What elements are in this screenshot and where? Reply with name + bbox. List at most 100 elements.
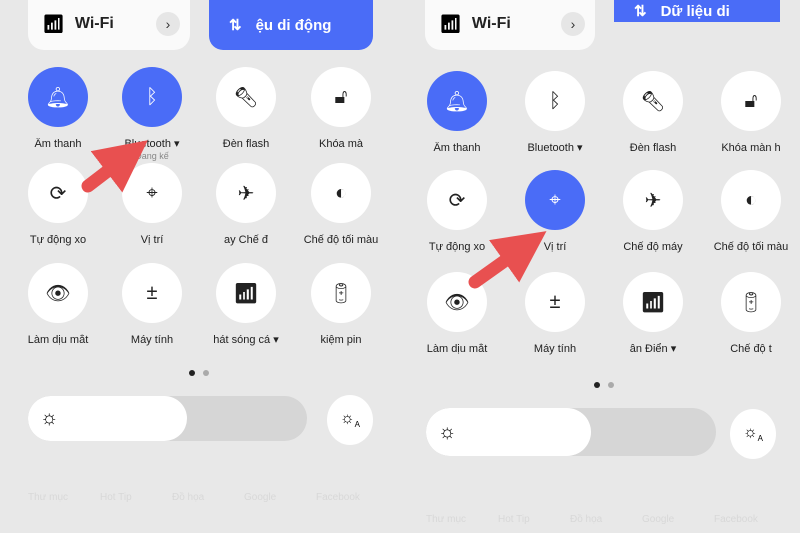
tile-flashlight[interactable]: 🔦︎ Đèn flash bbox=[603, 71, 703, 155]
dark-mode-icon[interactable]: ◐ bbox=[311, 163, 371, 223]
wifi-icon: 📶︎ bbox=[42, 13, 65, 34]
dark-mode-icon[interactable]: ◐ bbox=[721, 170, 781, 230]
tile-label: Tự động xo bbox=[428, 241, 486, 253]
tile-calculator[interactable]: ± Máy tính bbox=[102, 263, 202, 347]
tile-label: Chế độ tối màu bbox=[303, 234, 379, 246]
brightness-fill: ☼ bbox=[28, 396, 188, 441]
mobile-data-tile[interactable]: ⇅ ệu di động bbox=[209, 0, 373, 50]
auto-brightness-button[interactable]: ☼A bbox=[730, 409, 776, 459]
tile-bell[interactable]: 🔔︎ Âm thanh bbox=[407, 71, 507, 155]
tile-hotspot[interactable]: 📶︎ ân Điển ▾ bbox=[603, 272, 703, 356]
chevron-right-icon[interactable]: › bbox=[156, 12, 180, 36]
bell-icon[interactable]: 🔔︎ bbox=[28, 67, 88, 127]
tile-label: Khóa màn h bbox=[721, 142, 781, 154]
bluetooth-icon[interactable]: ᛒ bbox=[525, 71, 585, 131]
page-dot-active[interactable] bbox=[594, 382, 600, 388]
lock-icon[interactable]: 🔓︎ bbox=[311, 67, 371, 127]
chevron-right-icon[interactable]: › bbox=[561, 12, 585, 36]
flashlight-icon[interactable]: 🔦︎ bbox=[216, 67, 276, 127]
auto-brightness-button[interactable]: ☼A bbox=[327, 395, 373, 445]
tile-dark-mode[interactable]: ◐ Chế độ tối màu bbox=[291, 163, 391, 247]
bluetooth-icon[interactable]: ᛒ bbox=[122, 67, 182, 127]
flashlight-icon[interactable]: 🔦︎ bbox=[623, 71, 683, 131]
page-dot[interactable] bbox=[203, 370, 209, 376]
tile-bell[interactable]: 🔔︎ Âm thanh bbox=[8, 67, 108, 151]
background-app-label: Đồ họa bbox=[570, 514, 603, 525]
tile-label: ay Chế đ bbox=[223, 234, 269, 246]
tile-hotspot[interactable]: 📶︎ hát sóng cá ▾ bbox=[196, 263, 296, 347]
background-app-label: Facebook bbox=[714, 514, 758, 525]
tile-location[interactable]: ⌖ Vị trí bbox=[505, 170, 605, 254]
wifi-label: Wi-Fi bbox=[471, 15, 511, 32]
tile-label: Tự động xo bbox=[29, 234, 87, 246]
brightness-slider[interactable]: ☼ bbox=[426, 408, 716, 456]
rotate-icon[interactable]: ⟳ bbox=[427, 170, 487, 230]
tile-calculator[interactable]: ± Máy tính bbox=[505, 272, 605, 356]
tile-eye[interactable]: 👁︎ Làm dịu mắt bbox=[407, 272, 507, 356]
airplane-icon[interactable]: ✈ bbox=[216, 163, 276, 223]
background-app-label: Hot Tip bbox=[100, 492, 132, 503]
wifi-label: Wi-Fi bbox=[74, 15, 114, 32]
tile-label: hát sóng cá ▾ bbox=[213, 334, 279, 346]
battery-icon[interactable]: 🔋︎ bbox=[311, 263, 371, 323]
lock-icon[interactable]: 🔓︎ bbox=[721, 71, 781, 131]
sun-icon: ☼ bbox=[438, 420, 457, 443]
auto-brightness-icon: ☼A bbox=[742, 424, 763, 444]
brightness-slider[interactable]: ☼ bbox=[28, 396, 307, 441]
tile-flashlight[interactable]: 🔦︎ Đèn flash bbox=[196, 67, 296, 151]
tile-label: Đèn flash bbox=[629, 142, 677, 154]
eye-icon[interactable]: 👁︎ bbox=[427, 272, 487, 332]
calculator-icon[interactable]: ± bbox=[122, 263, 182, 323]
sun-icon: ☼ bbox=[40, 407, 59, 429]
location-icon[interactable]: ⌖ bbox=[525, 170, 585, 230]
mobile-data-tile[interactable]: ⇅ Dữ liệu di bbox=[614, 0, 780, 22]
tile-label: Bluetooth ▾ bbox=[124, 138, 180, 150]
background-app-label: Hot Tip bbox=[498, 514, 530, 525]
page-dot[interactable] bbox=[608, 382, 614, 388]
tile-label: Chế độ tối màu bbox=[713, 241, 789, 253]
tile-location[interactable]: ⌖ Vị trí bbox=[102, 163, 202, 247]
tile-sublabel: Đang kế bbox=[135, 151, 169, 161]
tile-lock[interactable]: 🔓︎ Khóa màn h bbox=[701, 71, 800, 155]
tile-label: Khóa mà bbox=[318, 138, 364, 150]
background-app-label: Thư mục bbox=[426, 514, 467, 525]
rotate-icon[interactable]: ⟳ bbox=[28, 163, 88, 223]
auto-brightness-icon: ☼A bbox=[339, 410, 360, 430]
tile-bluetooth[interactable]: ᛒ Bluetooth ▾ bbox=[505, 71, 605, 155]
tile-eye[interactable]: 👁︎ Làm dịu mắt bbox=[8, 263, 108, 347]
wifi-icon: 📶︎ bbox=[439, 13, 462, 34]
eye-icon[interactable]: 👁︎ bbox=[28, 263, 88, 323]
tile-bluetooth[interactable]: ᛒ Bluetooth ▾ Đang kế bbox=[102, 67, 202, 161]
right-panel: 📶︎ Wi-Fi › ⇅ Dữ liệu di 🔔︎ Âm thanh ᛒ Bl… bbox=[400, 0, 800, 533]
tile-battery[interactable]: 🔋︎ kiệm pin bbox=[291, 263, 391, 347]
battery-icon[interactable]: 🔋︎ bbox=[721, 272, 781, 332]
calculator-icon[interactable]: ± bbox=[525, 272, 585, 332]
tile-label: ân Điển ▾ bbox=[629, 343, 677, 355]
background-app-label: Google bbox=[244, 492, 277, 503]
tile-label: Chế độ t bbox=[730, 343, 772, 355]
tile-label: Chế độ máy bbox=[623, 241, 683, 253]
hotspot-icon[interactable]: 📶︎ bbox=[623, 272, 683, 332]
wifi-tile[interactable]: 📶︎ Wi-Fi › bbox=[425, 0, 595, 50]
tile-dark-mode[interactable]: ◐ Chế độ tối màu bbox=[701, 170, 800, 254]
wifi-tile[interactable]: 📶︎ Wi-Fi › bbox=[28, 0, 190, 50]
tile-label: Âm thanh bbox=[34, 138, 82, 150]
tile-airplane[interactable]: ✈ ay Chế đ bbox=[196, 163, 296, 247]
mobile-data-icon: ⇅ bbox=[634, 3, 647, 20]
page-dot-active[interactable] bbox=[189, 370, 195, 376]
tile-battery[interactable]: 🔋︎ Chế độ t bbox=[701, 272, 800, 356]
tile-label: Vị trí bbox=[543, 241, 567, 253]
background-app-label: Facebook bbox=[316, 492, 360, 503]
tile-airplane[interactable]: ✈ Chế độ máy bbox=[603, 170, 703, 254]
mobile-data-label: Dữ liệu di bbox=[660, 2, 730, 20]
tile-lock[interactable]: 🔓︎ Khóa mà bbox=[291, 67, 391, 151]
location-icon[interactable]: ⌖ bbox=[122, 163, 182, 223]
background-app-label: Đồ họa bbox=[172, 492, 205, 503]
hotspot-icon[interactable]: 📶︎ bbox=[216, 263, 276, 323]
mobile-data-label: ệu di động bbox=[255, 16, 332, 34]
brightness-fill: ☼ bbox=[426, 408, 592, 456]
airplane-icon[interactable]: ✈ bbox=[623, 170, 683, 230]
bell-icon[interactable]: 🔔︎ bbox=[427, 71, 487, 131]
tile-rotate[interactable]: ⟳ Tự động xo bbox=[8, 163, 108, 247]
tile-rotate[interactable]: ⟳ Tự động xo bbox=[407, 170, 507, 254]
